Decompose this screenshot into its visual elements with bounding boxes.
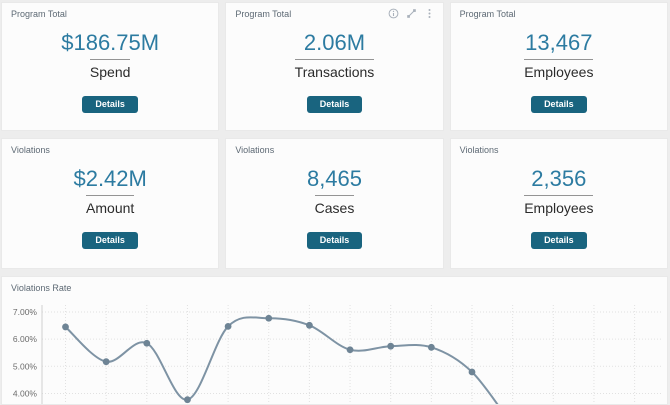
kpi-label: Employees — [524, 195, 593, 216]
kpi-card-program-employees: Program Total 13,467 Employees Details — [450, 2, 668, 131]
kpi-value: 13,467 — [525, 31, 592, 55]
svg-text:6.00%: 6.00% — [13, 334, 38, 344]
kpi-card-violations-employees: Violations 2,356 Employees Details — [450, 138, 668, 269]
svg-text:4.00%: 4.00% — [13, 388, 38, 398]
kebab-menu-icon[interactable] — [424, 8, 435, 19]
expand-icon[interactable] — [406, 8, 417, 19]
card-title: Violations — [226, 139, 274, 155]
svg-text:7.00%: 7.00% — [13, 307, 38, 317]
chart-title: Violations Rate — [2, 277, 667, 293]
kpi-value: 2.06M — [304, 31, 365, 55]
kpi-value: 8,465 — [307, 167, 362, 191]
info-icon[interactable] — [388, 8, 399, 19]
kpi-label: Transactions — [295, 59, 375, 80]
dashboard: Program Total $186.75M Spend Details Pro… — [0, 0, 670, 405]
violations-rate-card: 7.00% 6.00% 5.00% 4.00% Violations Rate — [1, 276, 668, 405]
details-button[interactable]: Details — [82, 232, 138, 249]
card-title: Violations — [2, 139, 50, 155]
kpi-label: Amount — [86, 195, 134, 216]
kpi-card-transactions: Program Total 2.06M Transactions Details — [225, 2, 443, 131]
svg-text:5.00%: 5.00% — [13, 361, 38, 371]
kpi-label: Employees — [524, 59, 593, 80]
violations-rate-chart: 7.00% 6.00% 5.00% 4.00% — [2, 277, 668, 405]
card-title: Violations — [451, 139, 499, 155]
details-button[interactable]: Details — [82, 96, 138, 113]
details-button[interactable]: Details — [307, 96, 363, 113]
kpi-label: Cases — [315, 195, 355, 216]
details-button[interactable]: Details — [531, 96, 587, 113]
details-button[interactable]: Details — [531, 232, 587, 249]
kpi-label: Spend — [90, 59, 130, 80]
kpi-value: $186.75M — [61, 31, 159, 55]
kpi-card-violations-cases: Violations 8,465 Cases Details — [225, 138, 443, 269]
card-title: Program Total — [451, 3, 516, 19]
details-button[interactable]: Details — [307, 232, 363, 249]
kpi-value: 2,356 — [531, 167, 586, 191]
card-title: Program Total — [2, 3, 67, 19]
card-toolbar — [388, 8, 435, 19]
kpi-value: $2.42M — [73, 167, 146, 191]
kpi-card-violations-amount: Violations $2.42M Amount Details — [1, 138, 219, 269]
card-title: Program Total — [226, 3, 291, 19]
kpi-card-spend: Program Total $186.75M Spend Details — [1, 2, 219, 131]
